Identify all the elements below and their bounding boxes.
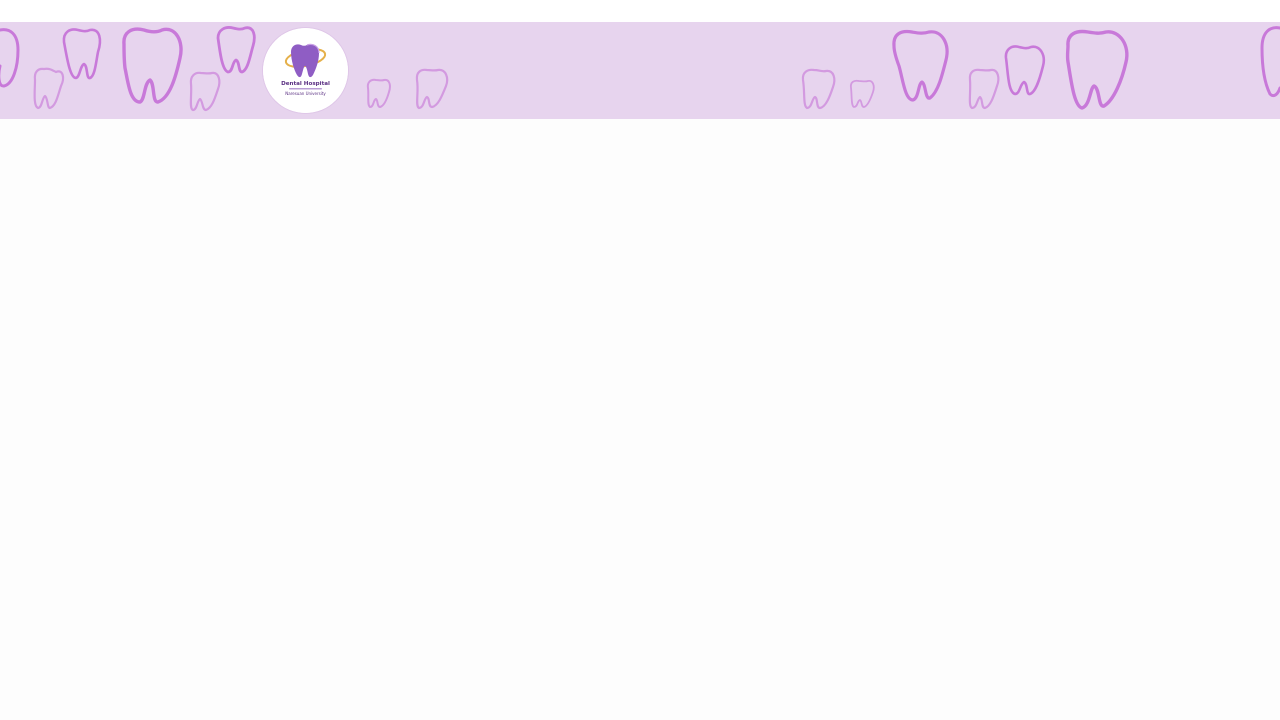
main-content <box>0 119 1280 720</box>
tooth-icon <box>801 68 836 110</box>
tooth-icon <box>892 29 949 102</box>
tooth-icon <box>1260 26 1280 98</box>
top-spacer <box>0 0 1280 22</box>
dental-hospital-logo-icon: Dental Hospital Naresuan University <box>263 28 348 113</box>
tooth-icon <box>189 71 221 112</box>
tooth-icon <box>849 79 875 108</box>
logo-line1: Dental Hospital <box>281 81 330 87</box>
tooth-icon <box>62 28 102 80</box>
tooth-icon <box>216 26 256 74</box>
tooth-icon <box>968 68 1000 110</box>
tooth-pattern <box>0 26 1280 112</box>
logo-line2: Naresuan University <box>285 91 326 96</box>
tooth-icon <box>366 78 391 108</box>
hospital-logo[interactable]: Dental Hospital Naresuan University <box>263 28 348 113</box>
page: Dental Hospital Naresuan University <box>0 0 1280 720</box>
tooth-icon <box>415 68 449 110</box>
tooth-icon <box>1004 45 1046 96</box>
tooth-icon <box>33 67 65 110</box>
header-banner: Dental Hospital Naresuan University <box>0 22 1280 119</box>
tooth-icon <box>0 28 20 88</box>
tooth-icon <box>1065 29 1129 110</box>
tooth-icon <box>122 27 183 104</box>
